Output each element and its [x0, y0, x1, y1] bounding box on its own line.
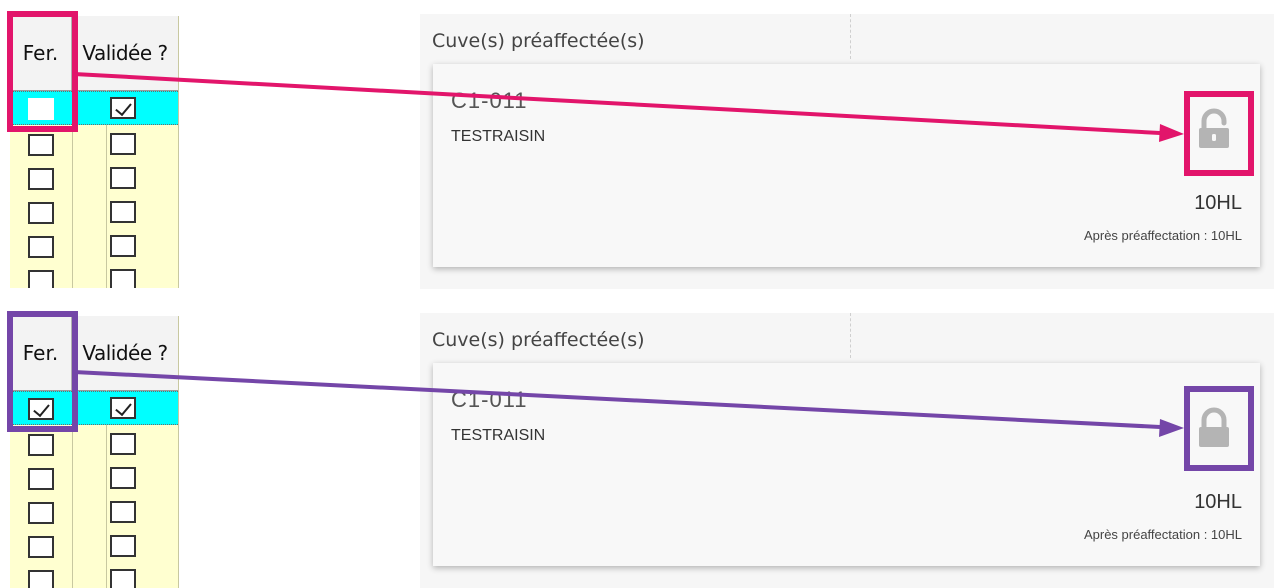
fer-checkbox[interactable]: [28, 134, 54, 156]
grid-top: Fer. Validée ?: [10, 16, 179, 288]
validee-checkbox[interactable]: [110, 167, 136, 189]
fer-checkbox[interactable]: [28, 468, 54, 490]
table-row-selected[interactable]: [10, 391, 178, 425]
tank-card[interactable]: C1-011 TESTRAISIN 10HL Après préaffectat…: [433, 363, 1260, 566]
grid-header: Fer. Validée ?: [10, 316, 178, 391]
validee-checkbox[interactable]: [110, 97, 136, 119]
tank-label: TESTRAISIN: [451, 427, 546, 444]
table-row[interactable]: [10, 530, 178, 564]
validee-checkbox[interactable]: [110, 467, 136, 489]
tank-label: TESTRAISIN: [451, 128, 546, 145]
column-header-fer[interactable]: Fer.: [10, 16, 72, 90]
fer-checkbox[interactable]: [28, 236, 54, 258]
tank-code: C1-011: [451, 387, 528, 412]
lock-closed-icon[interactable]: [1189, 403, 1243, 457]
fer-checkbox[interactable]: [28, 168, 54, 190]
column-header-validee[interactable]: Validée ?: [72, 16, 178, 90]
validee-checkbox[interactable]: [110, 397, 136, 419]
section-title: Cuve(s) préaffectée(s): [432, 329, 645, 351]
grid-header: Fer. Validée ?: [10, 16, 178, 91]
divider: [850, 14, 851, 59]
fer-checkbox[interactable]: [28, 270, 54, 288]
validee-checkbox[interactable]: [110, 133, 136, 155]
tank-volume: 10HL: [1194, 491, 1242, 513]
fer-checkbox[interactable]: [28, 536, 54, 558]
table-row-selected[interactable]: [10, 91, 178, 125]
lock-open-icon[interactable]: [1189, 104, 1243, 158]
table-row[interactable]: [10, 230, 178, 264]
column-header-fer[interactable]: Fer.: [10, 316, 72, 390]
fer-checkbox[interactable]: [28, 434, 54, 456]
table-row[interactable]: [10, 196, 178, 230]
validee-checkbox[interactable]: [110, 569, 136, 588]
table-row[interactable]: [10, 428, 178, 462]
table-row[interactable]: [10, 128, 178, 162]
column-header-validee[interactable]: Validée ?: [72, 316, 178, 390]
section-title: Cuve(s) préaffectée(s): [432, 30, 645, 52]
validee-checkbox[interactable]: [110, 235, 136, 257]
fer-checkbox[interactable]: [28, 398, 54, 420]
grid-bottom: Fer. Validée ?: [10, 316, 179, 588]
panel-top: Cuve(s) préaffectée(s) C1-011 TESTRAISIN…: [420, 14, 1274, 289]
fer-checkbox[interactable]: [28, 502, 54, 524]
fer-checkbox[interactable]: [28, 570, 54, 588]
validee-checkbox[interactable]: [110, 201, 136, 223]
table-row[interactable]: [10, 564, 178, 588]
fer-checkbox[interactable]: [28, 202, 54, 224]
fer-checkbox[interactable]: [28, 98, 54, 120]
table-row[interactable]: [10, 462, 178, 496]
validee-checkbox[interactable]: [110, 535, 136, 557]
tank-card[interactable]: C1-011 TESTRAISIN 10HL Après préaffectat…: [433, 64, 1260, 267]
table-row[interactable]: [10, 162, 178, 196]
tank-volume: 10HL: [1194, 192, 1242, 214]
tank-code: C1-011: [451, 88, 528, 113]
panel-bottom: Cuve(s) préaffectée(s) C1-011 TESTRAISIN…: [420, 313, 1274, 588]
after-preassignment: Après préaffectation : 10HL: [1083, 527, 1242, 542]
table-row[interactable]: [10, 496, 178, 530]
after-preassignment: Après préaffectation : 10HL: [1083, 228, 1242, 243]
table-row[interactable]: [10, 264, 178, 288]
validee-checkbox[interactable]: [110, 501, 136, 523]
validee-checkbox[interactable]: [110, 433, 136, 455]
validee-checkbox[interactable]: [110, 269, 136, 288]
divider: [850, 313, 851, 358]
